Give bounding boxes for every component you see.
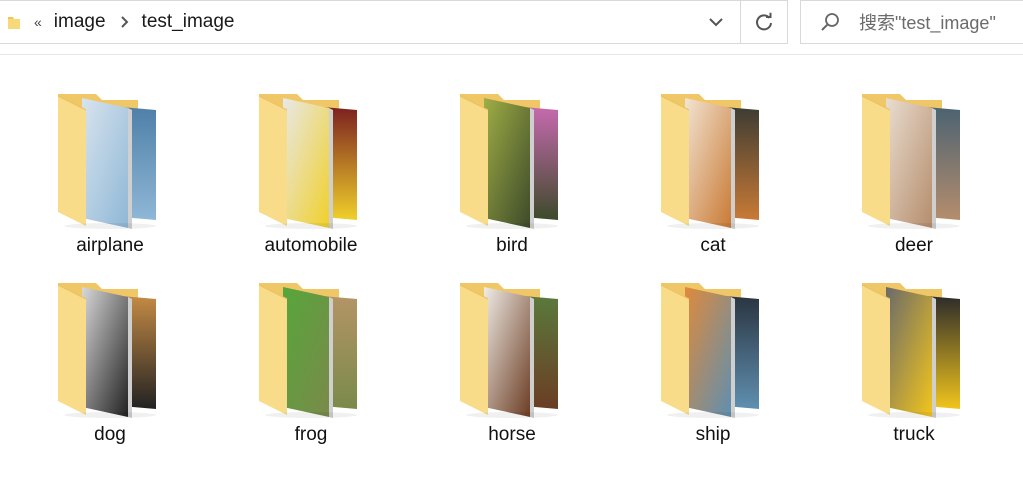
folder-label: truck: [893, 424, 935, 445]
folder-label: ship: [695, 424, 731, 445]
folder-thumbnail-icon: [57, 94, 156, 229]
folder-item-truck[interactable]: truck: [844, 259, 984, 445]
address-history-dropdown[interactable]: [693, 1, 739, 43]
folder-label: deer: [894, 235, 934, 256]
divider: [0, 54, 1023, 55]
breadcrumb-item-test-image[interactable]: test_image: [142, 11, 235, 33]
folder-item-airplane[interactable]: airplane: [40, 70, 180, 256]
folder-item-dog[interactable]: dog: [40, 259, 180, 445]
folder-thumbnail-icon: [459, 94, 558, 229]
folder-item-ship[interactable]: ship: [643, 259, 783, 445]
folder-thumbnail-icon: [861, 283, 960, 418]
folder-item-frog[interactable]: frog: [241, 259, 381, 445]
folder-label: airplane: [76, 235, 144, 256]
folder-thumbnail-icon: [258, 94, 357, 229]
folder-icon: [8, 17, 20, 29]
folder-grid: airplane automobile bird cat deer dog fr…: [0, 60, 1023, 470]
folder-item-deer[interactable]: deer: [844, 70, 984, 256]
refresh-icon: [756, 12, 772, 31]
breadcrumb-overflow-button[interactable]: «: [34, 14, 42, 30]
search-icon: [821, 13, 839, 31]
breadcrumb-item-image[interactable]: image: [54, 11, 106, 33]
folder-label: bird: [496, 235, 528, 256]
folder-thumbnail-icon: [459, 283, 558, 418]
folder-thumbnail-icon: [258, 283, 357, 418]
folder-label: cat: [700, 235, 726, 256]
folder-item-cat[interactable]: cat: [643, 70, 783, 256]
address-bar[interactable]: « image test_image: [0, 0, 788, 44]
folder-label: horse: [488, 424, 536, 445]
folder-thumbnail-icon: [660, 94, 759, 229]
chevron-down-icon: [709, 18, 723, 27]
refresh-button[interactable]: [740, 1, 787, 43]
folder-item-horse[interactable]: horse: [442, 259, 582, 445]
folder-label: dog: [94, 424, 126, 445]
folder-thumbnail-icon: [660, 283, 759, 418]
folder-label: frog: [294, 424, 328, 445]
folder-thumbnail-icon: [861, 94, 960, 229]
search-input[interactable]: 搜索"test_image": [859, 9, 996, 35]
folder-label: automobile: [264, 235, 358, 256]
chevron-right-icon[interactable]: [120, 15, 130, 29]
folder-item-automobile[interactable]: automobile: [241, 70, 381, 256]
folder-thumbnail-icon: [57, 283, 156, 418]
search-box[interactable]: 搜索"test_image": [800, 0, 1023, 44]
folder-item-bird[interactable]: bird: [442, 70, 582, 256]
